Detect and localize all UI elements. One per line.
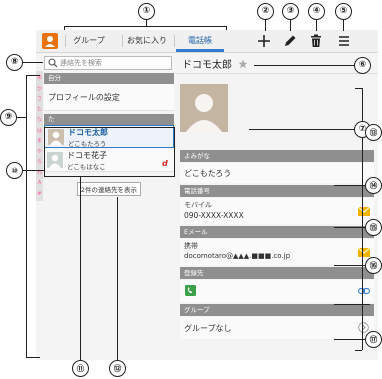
callout-15: ⑮	[365, 219, 382, 236]
callout-6: ⑥	[354, 57, 371, 74]
callout-2: ②	[257, 3, 274, 20]
group-value: グループなし	[184, 324, 232, 333]
callout-4: ④	[308, 3, 325, 20]
contact-photo[interactable]	[180, 84, 228, 132]
email-type: 携帯	[184, 242, 198, 250]
phone-number: 090-XXXX-XXXX	[184, 211, 244, 220]
top-tab-bar: グループ お気に入り 電話帳	[36, 30, 378, 53]
edit-button[interactable]	[282, 33, 298, 49]
profile-setting-item[interactable]: プロフィールの設定	[44, 84, 174, 111]
contact-count-label: 2件の連絡先を表示	[44, 177, 174, 196]
callout-8: ⑧	[6, 54, 23, 71]
chevron-right-icon	[358, 322, 369, 333]
phone-type: モバイル	[184, 201, 212, 209]
callout-16: ⑯	[365, 257, 382, 274]
trash-icon	[311, 34, 321, 47]
index-letter[interactable]: や	[36, 147, 43, 158]
search-box[interactable]: 連絡先を検索	[44, 56, 172, 70]
index-letter[interactable]: #	[36, 189, 43, 200]
search-icon	[48, 58, 58, 68]
section-header-yomigana: よみがな	[180, 150, 374, 162]
callout-1: ①	[138, 3, 155, 20]
contact-thumbnail	[47, 152, 63, 168]
index-letter[interactable]: た	[36, 105, 43, 116]
link-icon[interactable]	[358, 288, 370, 294]
menu-button[interactable]	[336, 33, 352, 49]
callout-5: ⑤	[335, 3, 352, 20]
callout-17: ⑰	[365, 331, 382, 348]
callout-3: ③	[282, 3, 299, 20]
person-icon	[45, 36, 55, 47]
callout-10: ⑩	[6, 162, 23, 179]
yomigana-row: どこもたろう	[180, 163, 374, 183]
contact-reading: どこもたろう	[68, 140, 107, 148]
delete-button[interactable]	[308, 33, 324, 49]
search-placeholder: 連絡先を検索	[60, 59, 102, 67]
add-button[interactable]	[256, 33, 272, 49]
selected-tab-indicator	[176, 49, 224, 52]
contact-name: ドコモ花子	[67, 151, 107, 160]
menu-icon	[339, 36, 349, 46]
group-row[interactable]: グループなし	[180, 317, 374, 339]
person-silhouette-icon	[47, 152, 63, 168]
contact-count-text: 2件の連絡先を表示	[76, 182, 142, 196]
index-letter[interactable]: A	[36, 178, 43, 189]
favorite-star-icon[interactable]	[238, 59, 248, 69]
callout-11: ⑪	[72, 360, 89, 377]
index-bar[interactable]: あかさたなはまやらわ A #	[36, 71, 43, 201]
contacts-screen: グループ お気に入り 電話帳 あかさたなはまやらわA# 連絡先を検索 自分	[36, 30, 378, 360]
section-header-group: グループ	[180, 304, 374, 316]
mail-icon[interactable]	[358, 248, 370, 257]
tab-group[interactable]: グループ	[67, 30, 111, 52]
section-header-registered: 登録先	[180, 267, 374, 279]
contact-reading: どこもはなこ	[67, 163, 106, 171]
detail-header: ドコモ太郎	[176, 53, 378, 74]
contact-detail-panel: ドコモ太郎 よみがな どこもたろう 電話番号 モバイル 090-XXXX-XXX…	[176, 53, 378, 360]
edit-pencil-icon	[285, 35, 296, 46]
email-address: docomotaro@▲▲▲.■■■.co.jp	[184, 252, 291, 260]
contact-list-item[interactable]: ドコモ花子 どこもはなこ d	[44, 149, 174, 172]
contact-name: ドコモ太郎	[68, 128, 108, 137]
profile-setting-label: プロフィールの設定	[48, 93, 120, 102]
contact-list-panel: あかさたなはまやらわ A # 連絡先を検索 自分 プロフィールの設定 た ドコモ太郎…	[36, 53, 174, 360]
index-letter[interactable]: ら	[36, 157, 43, 168]
callout-9: ⑨	[0, 109, 17, 126]
index-letter[interactable]: は	[36, 126, 43, 137]
index-letter[interactable]: な	[36, 115, 43, 126]
add-icon	[258, 35, 270, 47]
person-silhouette-icon	[180, 84, 228, 132]
phone-account-icon	[185, 285, 196, 296]
callout-12: ⑫	[109, 360, 126, 377]
docomo-badge: d	[162, 159, 168, 168]
index-letter[interactable]: さ	[36, 94, 43, 105]
contact-thumbnail	[48, 129, 64, 145]
phone-row[interactable]: モバイル 090-XXXX-XXXX	[180, 198, 374, 224]
index-letter[interactable]: ま	[36, 136, 43, 147]
detail-contact-name: ドコモ太郎	[182, 60, 232, 71]
mail-icon[interactable]	[358, 207, 370, 216]
registered-row	[180, 280, 374, 302]
yomigana-value: どこもたろう	[184, 169, 232, 178]
person-silhouette-icon	[48, 129, 64, 145]
section-header-self: 自分	[44, 73, 174, 84]
app-icon[interactable]	[42, 33, 58, 49]
callout-13: ⑬	[365, 124, 382, 141]
tab-favorites[interactable]: お気に入り	[122, 30, 172, 52]
callout-14: ⑭	[365, 177, 382, 194]
section-header-phone: 電話番号	[180, 185, 374, 197]
email-row[interactable]: 携帯 docomotaro@▲▲▲.■■■.co.jp	[180, 239, 374, 265]
section-header-ta: た	[44, 114, 174, 125]
index-letter[interactable]: か	[36, 84, 43, 95]
contact-list-item[interactable]: ドコモ太郎 どこもたろう	[44, 125, 174, 148]
